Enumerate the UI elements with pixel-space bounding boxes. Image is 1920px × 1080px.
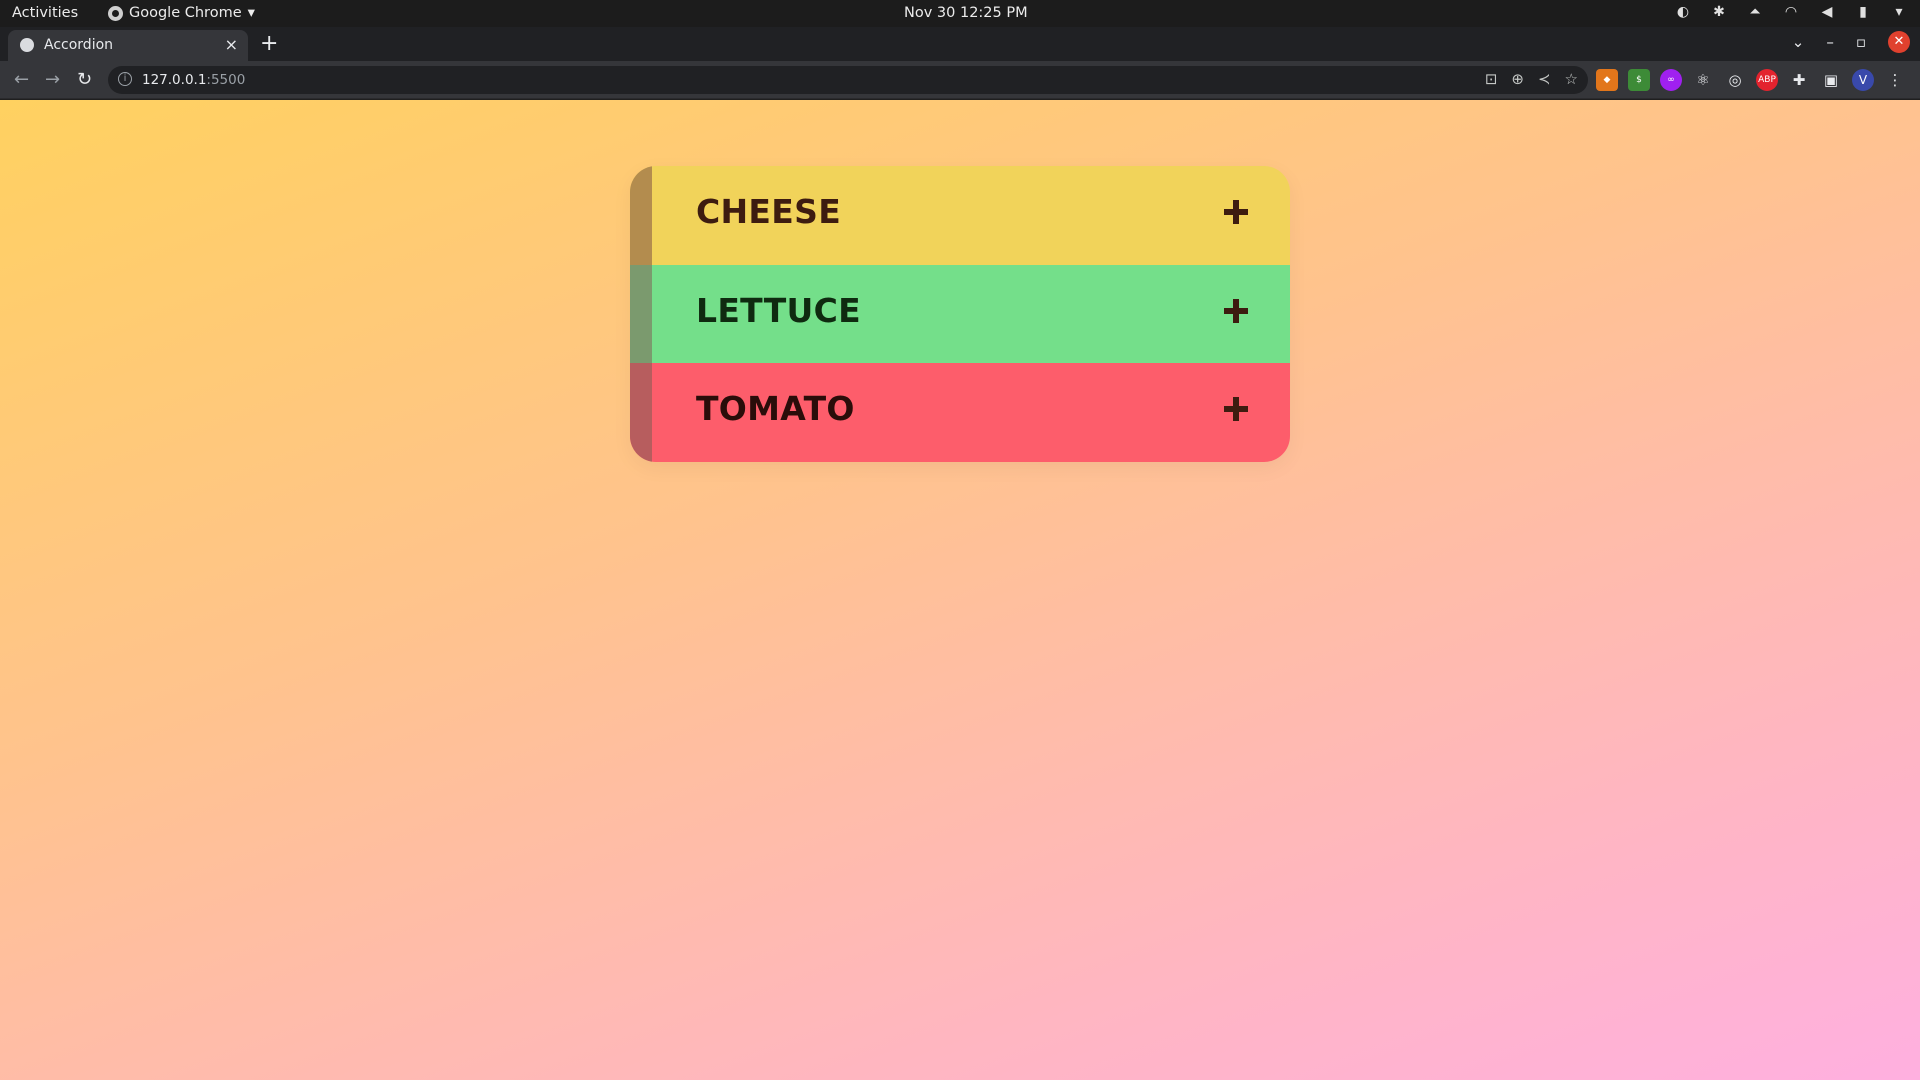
translate-icon[interactable]: ⊡ [1485,70,1498,88]
url-text[interactable]: 127.0.0.1:5500 [142,72,245,88]
reload-icon[interactable]: ↻ [77,69,92,90]
app-menu[interactable]: Google Chrome ▾ [108,5,255,21]
side-panel-icon[interactable]: ▣ [1820,69,1842,91]
back-icon[interactable]: ← [14,69,29,90]
accordion-label: CHEESE [696,192,842,231]
system-tray[interactable]: ◐ ✱ ⏶ ◠ ◀ ▮ ▾ [1674,4,1908,20]
share-icon[interactable]: ≺ [1538,70,1551,88]
accordion: CHEESE LETTUCE TOMATO [630,166,1290,462]
tab-search-icon[interactable]: ⌄ [1792,33,1805,51]
expand-plus-icon[interactable] [1224,397,1248,421]
accordion-stripe [630,166,652,265]
address-bar[interactable]: i 127.0.0.1:5500 ⊡ ⊕ ≺ ☆ [108,66,1588,94]
extensions-area: ◆ $ ∞ ⚛ ◎ ABP ✚ ▣ V ⋮ [1596,69,1906,91]
accordion-label: LETTUCE [696,291,862,330]
chrome-icon [108,5,123,21]
omnibox-actions: ⊡ ⊕ ≺ ☆ [1485,70,1578,88]
metamask-extension-icon[interactable]: ◆ [1596,69,1618,91]
tab-strip: Accordion × + ⌄ – ▫ ✕ [0,27,1920,61]
site-info-icon[interactable]: i [118,72,132,86]
volume-icon[interactable]: ◀ [1818,4,1836,20]
accordion-stripe [630,363,652,462]
accordion-label: TOMATO [696,389,855,428]
close-tab-icon[interactable]: × [225,35,238,54]
page-viewport: CHEESE LETTUCE TOMATO [0,100,1920,1080]
wifi-icon[interactable]: ◠ [1782,4,1800,20]
window-controls: ⌄ – ▫ ✕ [1792,31,1910,53]
more-menu-icon[interactable]: ⋮ [1884,69,1906,91]
bluetooth-icon[interactable]: ✱ [1710,4,1728,20]
purple-extension-icon[interactable]: ∞ [1660,69,1682,91]
target-extension-icon[interactable]: ◎ [1724,69,1746,91]
accordion-item-tomato[interactable]: TOMATO [630,363,1290,462]
tab-accordion[interactable]: Accordion × [8,30,248,61]
notification-icon[interactable]: ⏶ [1746,4,1764,20]
green-extension-icon[interactable]: $ [1628,69,1650,91]
maximize-icon[interactable]: ▫ [1856,33,1866,51]
minimize-icon[interactable]: – [1826,33,1834,51]
battery-icon[interactable]: ▮ [1854,4,1872,20]
caret-down-icon: ▾ [247,5,255,21]
extensions-puzzle-icon[interactable]: ✚ [1788,69,1810,91]
accordion-item-cheese[interactable]: CHEESE [630,166,1290,265]
activities-button[interactable]: Activities [12,5,78,21]
bookmark-star-icon[interactable]: ☆ [1565,70,1578,88]
accordion-item-lettuce[interactable]: LETTUCE [630,265,1290,363]
night-light-icon[interactable]: ◐ [1674,4,1692,20]
tab-title: Accordion [44,37,114,53]
forward-icon[interactable]: → [45,69,60,90]
close-window-icon[interactable]: ✕ [1888,31,1910,53]
adblock-plus-icon[interactable]: ABP [1756,69,1778,91]
expand-plus-icon[interactable] [1224,200,1248,224]
accordion-stripe [630,265,652,363]
system-menu-chevron-icon[interactable]: ▾ [1890,4,1908,20]
profile-avatar[interactable]: V [1852,69,1874,91]
app-name: Google Chrome [129,5,242,21]
globe-icon [20,38,34,52]
system-top-bar: Activities Google Chrome ▾ Nov 30 12:25 … [0,0,1920,27]
expand-plus-icon[interactable] [1224,299,1248,323]
zoom-icon[interactable]: ⊕ [1511,70,1524,88]
new-tab-icon[interactable]: + [260,31,278,56]
browser-toolbar: ← → ↻ i 127.0.0.1:5500 ⊡ ⊕ ≺ ☆ ◆ $ ∞ ⚛ ◎… [0,61,1920,99]
clock[interactable]: Nov 30 12:25 PM [904,5,1028,21]
react-devtools-icon[interactable]: ⚛ [1692,69,1714,91]
